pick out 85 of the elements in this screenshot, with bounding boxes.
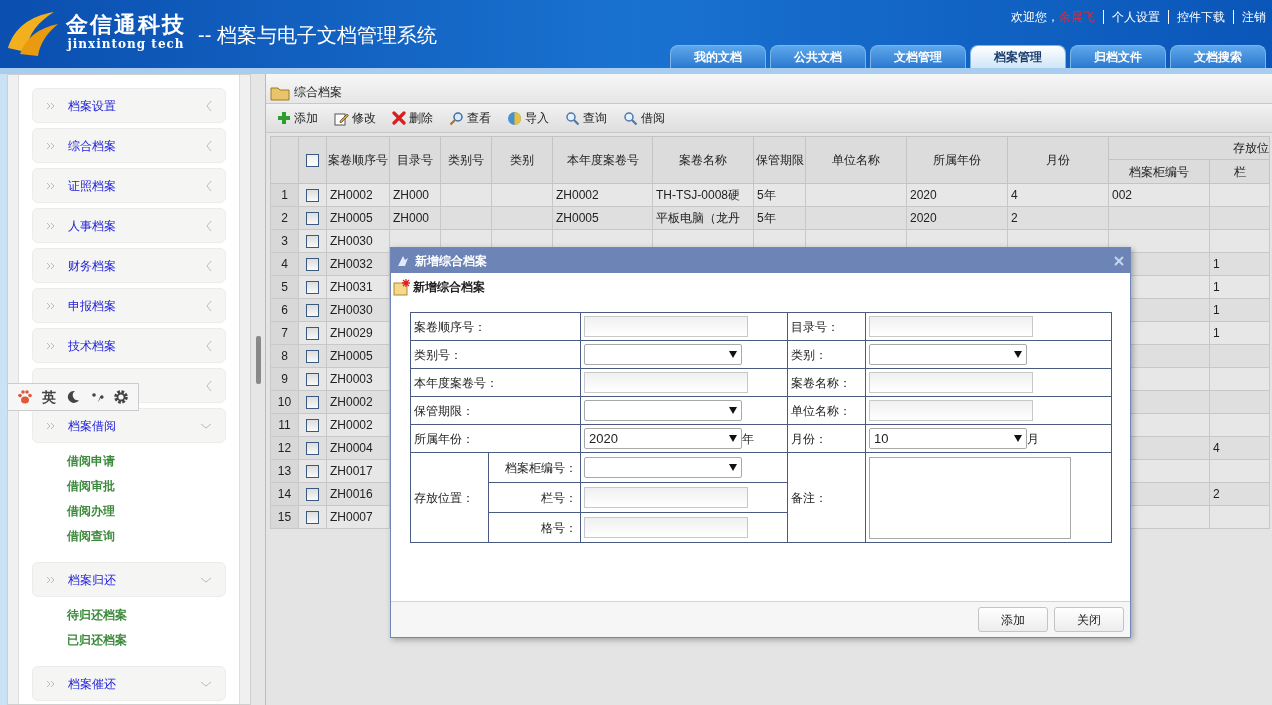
table-cell: 1	[1213, 303, 1220, 317]
logo-text: 金信通科技	[66, 13, 186, 35]
sidebar-item-label: 档案借阅	[68, 417, 116, 435]
table-cell: ZH0030	[330, 234, 373, 248]
table-cell: 1	[1213, 326, 1220, 340]
row-number: 2	[270, 206, 299, 230]
sidebar-item-label: 财务档案	[68, 257, 116, 275]
form-heading: 新增综合档案	[413, 279, 485, 296]
column-group-header: 存放位	[1108, 136, 1270, 160]
table-cell: ZH0002	[556, 188, 599, 202]
table-cell: ZH0004	[330, 441, 373, 455]
row-number: 1	[270, 183, 299, 207]
table-cell: ZH0005	[330, 349, 373, 363]
row-number: 9	[270, 367, 299, 391]
field-label: 类别号：	[414, 347, 462, 362]
sidebar-item-label: 技术档案	[68, 337, 116, 355]
table-cell: ZH000	[393, 211, 430, 225]
sidebar-item-label: 证照档案	[68, 177, 116, 195]
table-cell: 平板电脑（龙丹	[656, 211, 740, 225]
table-cell: ZH0029	[330, 326, 373, 340]
field-label: 存放位置：	[414, 490, 474, 505]
table-cell: ZH0005	[330, 211, 373, 225]
field-label: 格号：	[541, 520, 577, 535]
field-label: 案卷顺序号：	[414, 319, 486, 334]
table-cell: ZH0002	[330, 418, 373, 432]
sidebar-item-label: 申报档案	[68, 297, 116, 315]
unit-label: 年	[742, 430, 754, 448]
sidebar-item-label: 档案催还	[68, 675, 116, 693]
field-label: 类别：	[791, 347, 827, 362]
logo-subtext: jinxintong tech	[67, 36, 185, 53]
sidebar-item-label: 档案设置	[68, 97, 116, 115]
field-label: 案卷名称：	[791, 375, 851, 390]
row-number: 12	[270, 436, 299, 460]
row-number: 6	[270, 298, 299, 322]
table-cell: ZH0003	[330, 372, 373, 386]
table-cell: ZH0002	[330, 395, 373, 409]
table-cell: ZH0017	[330, 464, 373, 478]
row-number: 8	[270, 344, 299, 368]
table-cell: 4	[1213, 441, 1220, 455]
table-cell: ZH0031	[330, 280, 373, 294]
row-number: 3	[270, 229, 299, 253]
table-cell: 2020	[910, 188, 937, 202]
field-label: 目录号：	[791, 319, 839, 334]
table-cell: 5年	[757, 188, 776, 202]
table-cell: 2	[1011, 211, 1018, 225]
row-number: 15	[270, 505, 299, 529]
table-cell: ZH0016	[330, 487, 373, 501]
row-number: 7	[270, 321, 299, 345]
row-number: 11	[270, 413, 299, 437]
field-label: 本年度案卷号：	[414, 375, 498, 390]
table-cell: 1	[1213, 280, 1220, 294]
field-label: 备注：	[791, 490, 827, 505]
table-cell: ZH0030	[330, 303, 373, 317]
table-cell: 5年	[757, 211, 776, 225]
table-cell: ZH0002	[330, 188, 373, 202]
row-number: 5	[270, 275, 299, 299]
table-cell: TH-TSJ-0008硬	[656, 188, 741, 202]
table-cell: ZH0032	[330, 257, 373, 271]
welcome-text: 欢迎您，	[1011, 9, 1059, 26]
system-title: -- 档案与电子文档管理系统	[198, 23, 437, 48]
table-cell: 2	[1213, 487, 1220, 501]
user-name: 余晨飞	[1059, 9, 1095, 26]
field-label: 所属年份：	[414, 431, 474, 446]
sidebar-item-label: 人事档案	[68, 217, 116, 235]
table-cell: 002	[1112, 188, 1133, 202]
table-cell: ZH0005	[556, 211, 599, 225]
table-cell: 1	[1213, 257, 1220, 271]
panel-title: 综合档案	[294, 84, 342, 101]
sidebar-item-label: 档案归还	[68, 571, 116, 589]
table-cell: ZH0007	[330, 510, 373, 524]
row-number: 10	[270, 390, 299, 414]
row-number: 4	[270, 252, 299, 276]
field-label: 档案柜编号：	[505, 460, 577, 475]
field-label: 保管期限：	[414, 403, 474, 418]
table-cell: 2020	[910, 211, 937, 225]
dialog-title: 新增综合档案	[415, 252, 487, 270]
table-cell: ZH000	[393, 188, 430, 202]
field-label: 栏号：	[541, 490, 577, 505]
row-number: 13	[270, 459, 299, 483]
unit-label: 月	[1027, 430, 1039, 448]
field-label: 月份：	[791, 431, 827, 446]
table-cell: 4	[1011, 188, 1018, 202]
field-label: 单位名称：	[791, 403, 851, 418]
sidebar-item-label: 综合档案	[68, 137, 116, 155]
row-number: 14	[270, 482, 299, 506]
